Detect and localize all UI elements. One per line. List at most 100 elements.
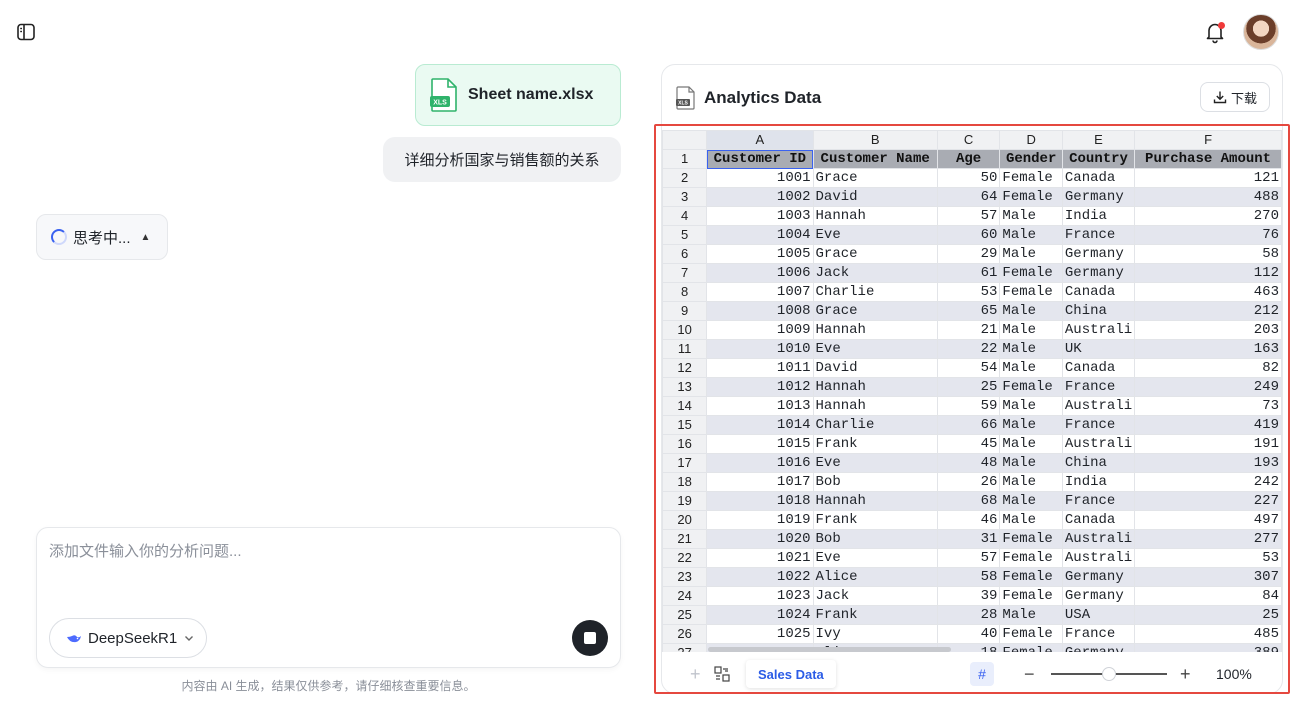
table-cell[interactable]: USA xyxy=(1061,605,1136,625)
zoom-in-button[interactable]: + xyxy=(1180,664,1191,685)
table-cell[interactable]: Female xyxy=(999,187,1063,207)
table-cell[interactable]: 242 xyxy=(1134,472,1282,492)
row-number[interactable]: 21 xyxy=(662,529,708,549)
column-header[interactable]: F xyxy=(1134,130,1282,150)
table-cell[interactable]: 1007 xyxy=(706,282,814,302)
table-cell[interactable]: 45 xyxy=(936,434,1001,454)
table-cell[interactable]: France xyxy=(1061,225,1136,245)
table-cell[interactable]: 419 xyxy=(1134,415,1282,435)
table-cell[interactable]: India xyxy=(1061,206,1136,226)
table-cell[interactable]: 1015 xyxy=(706,434,814,454)
header-cell[interactable]: Customer Name xyxy=(812,149,938,169)
row-number[interactable]: 1 xyxy=(662,149,708,169)
row-number[interactable]: 9 xyxy=(662,301,708,321)
table-cell[interactable]: Male xyxy=(999,225,1063,245)
header-cell[interactable]: Purchase Amount xyxy=(1134,149,1282,169)
table-cell[interactable]: 26 xyxy=(936,472,1001,492)
row-number[interactable]: 11 xyxy=(662,339,708,359)
thinking-toggle[interactable]: 思考中... ▲ xyxy=(36,214,168,260)
table-cell[interactable]: 53 xyxy=(936,282,1001,302)
table-cell[interactable]: 1017 xyxy=(706,472,814,492)
table-cell[interactable]: Eve xyxy=(812,225,938,245)
row-number[interactable]: 26 xyxy=(662,624,708,644)
table-cell[interactable]: 1002 xyxy=(706,187,814,207)
row-number[interactable]: 6 xyxy=(662,244,708,264)
table-cell[interactable]: 64 xyxy=(936,187,1001,207)
table-cell[interactable]: Frank xyxy=(812,510,938,530)
table-cell[interactable]: Female xyxy=(999,643,1063,652)
table-cell[interactable]: Female xyxy=(999,586,1063,606)
table-cell[interactable]: 277 xyxy=(1134,529,1282,549)
sheet-tab-sales-data[interactable]: Sales Data xyxy=(746,660,836,688)
table-cell[interactable]: 488 xyxy=(1134,187,1282,207)
table-cell[interactable]: Frank xyxy=(812,605,938,625)
row-number[interactable]: 19 xyxy=(662,491,708,511)
table-cell[interactable]: 82 xyxy=(1134,358,1282,378)
table-cell[interactable]: 1014 xyxy=(706,415,814,435)
row-number[interactable]: 3 xyxy=(662,187,708,207)
table-cell[interactable]: 191 xyxy=(1134,434,1282,454)
table-cell[interactable]: 212 xyxy=(1134,301,1282,321)
table-cell[interactable]: Germany xyxy=(1061,263,1136,283)
table-cell[interactable]: Hannah xyxy=(812,206,938,226)
table-cell[interactable]: Female xyxy=(999,624,1063,644)
table-cell[interactable]: Frank xyxy=(812,434,938,454)
table-cell[interactable]: Ivy xyxy=(812,624,938,644)
table-cell[interactable]: Eve xyxy=(812,548,938,568)
row-number[interactable]: 16 xyxy=(662,434,708,454)
table-cell[interactable]: 497 xyxy=(1134,510,1282,530)
table-cell[interactable]: Canada xyxy=(1061,510,1136,530)
table-cell[interactable]: Grace xyxy=(812,301,938,321)
row-number[interactable]: 4 xyxy=(662,206,708,226)
table-cell[interactable]: 48 xyxy=(936,453,1001,473)
table-cell[interactable]: Australi xyxy=(1061,529,1136,549)
table-cell[interactable]: France xyxy=(1061,377,1136,397)
table-cell[interactable]: France xyxy=(1061,624,1136,644)
table-cell[interactable]: David xyxy=(812,358,938,378)
table-cell[interactable]: Australi xyxy=(1061,548,1136,568)
table-cell[interactable]: Female xyxy=(999,263,1063,283)
table-cell[interactable]: 249 xyxy=(1134,377,1282,397)
table-cell[interactable]: 112 xyxy=(1134,263,1282,283)
table-cell[interactable]: Charlie xyxy=(812,282,938,302)
table-cell[interactable]: 65 xyxy=(936,301,1001,321)
table-cell[interactable]: Eve xyxy=(812,453,938,473)
table-cell[interactable]: 227 xyxy=(1134,491,1282,511)
table-cell[interactable]: 203 xyxy=(1134,320,1282,340)
table-cell[interactable]: 39 xyxy=(936,586,1001,606)
table-cell[interactable]: Male xyxy=(999,605,1063,625)
stop-generation-button[interactable] xyxy=(572,620,608,656)
row-number[interactable]: 15 xyxy=(662,415,708,435)
table-cell[interactable]: 31 xyxy=(936,529,1001,549)
table-cell[interactable]: Bob xyxy=(812,472,938,492)
row-number[interactable]: 12 xyxy=(662,358,708,378)
table-cell[interactable]: 58 xyxy=(936,567,1001,587)
row-number[interactable]: 14 xyxy=(662,396,708,416)
table-cell[interactable]: Germany xyxy=(1061,567,1136,587)
download-button[interactable]: 下载 xyxy=(1200,82,1270,112)
sidebar-toggle-icon[interactable] xyxy=(14,20,38,44)
table-cell[interactable]: Alice xyxy=(812,567,938,587)
bell-icon[interactable] xyxy=(1201,18,1229,46)
table-cell[interactable]: 1008 xyxy=(706,301,814,321)
table-cell[interactable]: Male xyxy=(999,244,1063,264)
table-cell[interactable]: 1009 xyxy=(706,320,814,340)
table-cell[interactable]: Male xyxy=(999,358,1063,378)
header-cell[interactable]: Country xyxy=(1061,149,1136,169)
table-cell[interactable]: Male xyxy=(999,206,1063,226)
table-cell[interactable]: Germany xyxy=(1061,643,1136,652)
gridlines-toggle-icon[interactable]: # xyxy=(970,662,994,686)
row-number[interactable]: 23 xyxy=(662,567,708,587)
header-cell[interactable]: Age xyxy=(936,149,1001,169)
table-cell[interactable]: 1004 xyxy=(706,225,814,245)
table-cell[interactable]: 1011 xyxy=(706,358,814,378)
row-number[interactable]: 20 xyxy=(662,510,708,530)
table-cell[interactable]: Canada xyxy=(1061,282,1136,302)
table-cell[interactable]: Eve xyxy=(812,339,938,359)
table-cell[interactable]: 40 xyxy=(936,624,1001,644)
table-cell[interactable]: 50 xyxy=(936,168,1001,188)
table-cell[interactable]: 121 xyxy=(1134,168,1282,188)
table-cell[interactable]: 307 xyxy=(1134,567,1282,587)
table-cell[interactable]: 28 xyxy=(936,605,1001,625)
table-cell[interactable]: 1025 xyxy=(706,624,814,644)
